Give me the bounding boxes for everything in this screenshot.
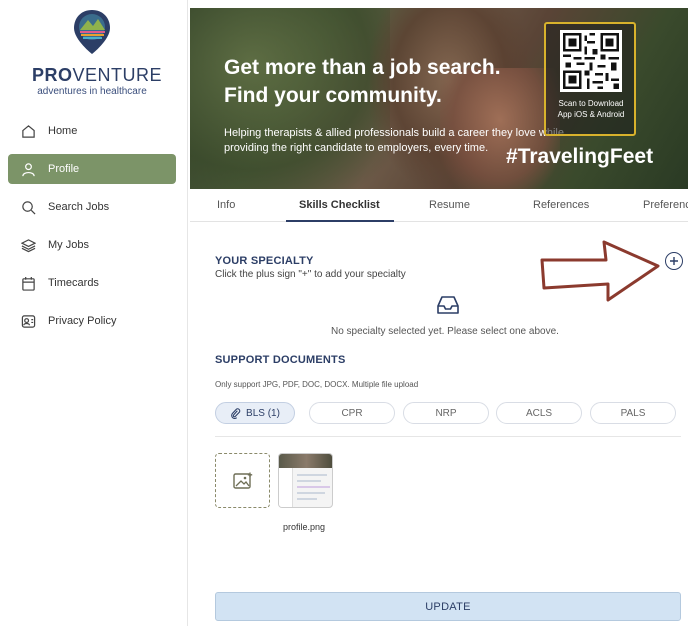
sidebar-item-label: Timecards: [48, 277, 99, 289]
profile-tabs: Info Skills Checklist Resume References …: [190, 190, 688, 222]
support-documents-hint: Only support JPG, PDF, DOC, DOCX. Multip…: [215, 380, 419, 389]
tab-resume[interactable]: Resume: [429, 199, 470, 211]
add-specialty-button[interactable]: [665, 252, 683, 270]
banner-hashtag: #TravelingFeet: [506, 145, 654, 168]
qr-caption: Scan to Download App iOS & Android: [557, 99, 625, 119]
uploaded-file-name: profile.png: [283, 522, 326, 532]
active-tab-indicator: [286, 220, 394, 222]
logo[interactable]: PROVENTURE adventures in healthcare: [32, 8, 163, 97]
search-icon: [20, 199, 36, 215]
sidebar-item-search-jobs[interactable]: Search Jobs: [8, 192, 176, 222]
sidebar-item-my-jobs[interactable]: My Jobs: [8, 230, 176, 260]
user-icon: [20, 161, 36, 177]
app-download-qr[interactable]: Scan to Download App iOS & Android: [544, 22, 636, 136]
plus-icon: [670, 257, 678, 265]
sidebar-item-timecards[interactable]: Timecards: [8, 268, 176, 298]
doc-tab-acls[interactable]: ACLS: [496, 402, 582, 424]
sidebar: PROVENTURE adventures in healthcare Home…: [0, 0, 188, 626]
tab-info[interactable]: Info: [217, 199, 235, 211]
sidebar-item-label: Privacy Policy: [48, 315, 117, 327]
privacy-icon: [20, 313, 36, 329]
layers-icon: [20, 237, 36, 253]
calendar-icon: [20, 275, 36, 291]
update-button[interactable]: UPDATE: [215, 592, 681, 621]
sidebar-item-label: Profile: [48, 163, 80, 175]
banner-title: Get more than a job search. Find your co…: [224, 56, 501, 107]
support-documents-title: SUPPORT DOCUMENTS: [215, 354, 346, 366]
doc-tab-nrp[interactable]: NRP: [403, 402, 489, 424]
tab-references[interactable]: References: [533, 199, 589, 211]
sidebar-item-privacy-policy[interactable]: Privacy Policy: [8, 306, 176, 336]
specialty-hint: Click the plus sign "+" to add your spec…: [215, 269, 406, 280]
sidebar-item-label: Home: [48, 125, 78, 137]
logo-wordmark: PROVENTURE: [32, 65, 163, 85]
promo-banner: Get more than a job search. Find your co…: [190, 8, 688, 189]
sidebar-item-home[interactable]: Home: [8, 116, 176, 146]
sidebar-nav: Home Profile Search Jobs My Jobs Timecar…: [8, 116, 176, 344]
empty-specialty-message: No specialty selected yet. Please select…: [331, 326, 559, 337]
logo-tagline: adventures in healthcare: [37, 86, 147, 97]
tab-skills-checklist[interactable]: Skills Checklist: [299, 199, 380, 211]
specialty-title: YOUR SPECIALTY: [215, 255, 314, 267]
doc-tab-bls[interactable]: BLS (1): [215, 402, 295, 424]
sidebar-item-label: My Jobs: [48, 239, 89, 251]
divider: [215, 436, 681, 437]
logo-pin-icon: [74, 10, 110, 54]
sidebar-item-label: Search Jobs: [48, 201, 110, 213]
paperclip-icon: [231, 407, 241, 419]
doc-tab-pals[interactable]: PALS: [590, 402, 676, 424]
uploaded-file-thumbnail[interactable]: [278, 453, 333, 508]
upload-image-button[interactable]: [215, 453, 270, 508]
tab-preferences[interactable]: Preferences: [643, 199, 688, 211]
qr-code-icon: [560, 30, 622, 92]
add-image-icon: [232, 472, 252, 489]
annotation-arrow-icon: [540, 240, 660, 302]
inbox-icon: [437, 296, 459, 314]
home-icon: [20, 123, 36, 139]
doc-tab-cpr[interactable]: CPR: [309, 402, 395, 424]
sidebar-item-profile[interactable]: Profile: [8, 154, 176, 184]
